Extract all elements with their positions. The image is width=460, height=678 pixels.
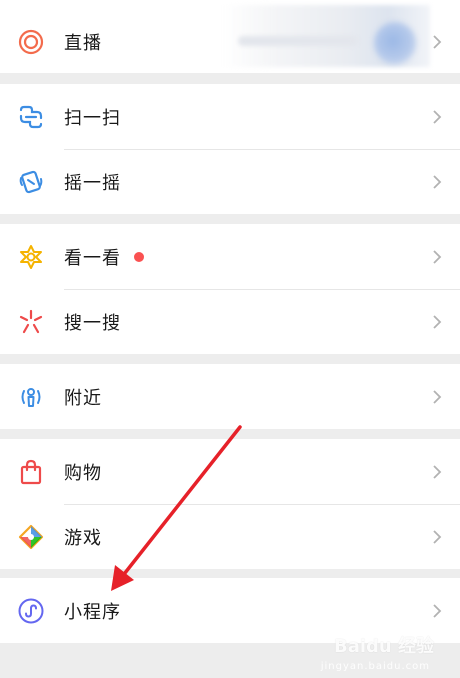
menu-label-scan: 扫一扫 [64,107,121,129]
nearby-icon [17,383,45,411]
top-stories-icon [17,243,45,271]
chevron-right-icon [432,529,442,545]
chevron-right-icon [432,464,442,480]
live-preview-avatar [374,22,416,64]
menu-label-top-stories: 看一看 [64,247,121,269]
group-nearby: 附近 [0,364,460,429]
chevron-right-icon [432,314,442,330]
search-icon [17,308,45,336]
menu-label-mini-programs: 小程序 [64,601,121,623]
menu-label-live: 直播 [64,33,102,54]
menu-item-live[interactable]: 直播 [0,0,460,73]
menu-label-shopping: 购物 [64,462,102,484]
menu-label-games: 游戏 [64,527,102,549]
scan-icon [17,103,45,131]
menu-item-nearby[interactable]: 附近 [0,364,460,429]
live-preview-text [238,36,358,46]
chevron-right-icon [432,249,442,265]
menu-item-shake[interactable]: 摇一摇 [0,149,460,214]
group-scan-shake: 扫一扫 摇一摇 [0,84,460,214]
group-top-stories-search: 看一看 搜一搜 [0,224,460,354]
game-icon [17,523,45,551]
menu-item-scan[interactable]: 扫一扫 [0,84,460,149]
chevron-right-icon [432,174,442,190]
discover-page: 直播 扫一扫 摇一摇 看一看 搜一搜 附近 购物 游戏 小程序 Baidu 经验… [0,0,460,678]
watermark-logo: Baidu 经验 [333,636,434,657]
chevron-right-icon [432,603,442,619]
menu-label-search: 搜一搜 [64,312,121,334]
shopping-bag-icon [17,458,45,486]
shake-icon [17,168,45,196]
menu-item-shopping[interactable]: 购物 [0,439,460,504]
chevron-right-icon [432,389,442,405]
menu-item-search[interactable]: 搜一搜 [0,289,460,354]
menu-item-top-stories[interactable]: 看一看 [0,224,460,289]
chevron-right-icon [432,34,442,50]
menu-item-games[interactable]: 游戏 [0,504,460,569]
chevron-right-icon [432,109,442,125]
notification-dot [134,251,144,262]
live-icon [17,28,45,56]
watermark-url: jingyan.baidu.com [320,661,430,672]
group-live: 直播 [0,0,460,73]
group-shopping-games: 购物 游戏 [0,439,460,569]
menu-label-shake: 摇一摇 [64,172,121,194]
menu-label-nearby: 附近 [64,387,102,409]
mini-program-icon [17,597,45,625]
